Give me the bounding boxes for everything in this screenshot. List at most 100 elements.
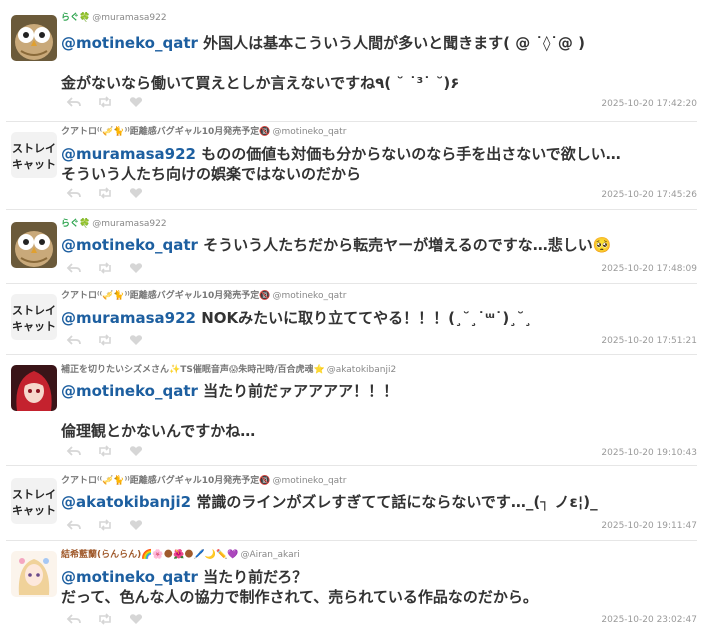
reply-icon[interactable] bbox=[66, 187, 82, 199]
retweet-icon[interactable] bbox=[97, 445, 113, 457]
owl-avatar[interactable] bbox=[11, 15, 57, 61]
tweet-text: NOKみたいに取り立ててやる！！！(¸˘¸˙ᵚ˙)¸˘¸ bbox=[201, 309, 532, 327]
svg-text:ストレイ: ストレイ bbox=[12, 304, 56, 317]
reply-feed: らぐ🍀 @muramasa922 @motineko_qatr 外国人は基本こうい… bbox=[0, 0, 703, 628]
mention-link[interactable]: @motineko_qatr bbox=[61, 236, 198, 254]
mention-link[interactable]: @akatokibanji2 bbox=[61, 493, 191, 511]
tweet: 結希藍蘭(らんらん)🌈🌸🌑🌺🌑🖊️🌙✏️💜 @Airan_akari @motin… bbox=[0, 541, 703, 628]
display-name[interactable]: クアトロ⁽⁽🎺🐈⁾⁾距離感バグギャル10月発売予定🔞 bbox=[61, 476, 271, 486]
reply-icon[interactable] bbox=[66, 613, 82, 625]
tweet-text: 倫理観とかないんですかね… bbox=[61, 422, 256, 440]
timestamp[interactable]: 2025-10-20 17:51:21 bbox=[601, 335, 697, 347]
timestamp[interactable]: 2025-10-20 17:45:26 bbox=[601, 189, 697, 201]
tweet: らぐ🍀 @muramasa922 @motineko_qatr そういう人たちだか… bbox=[0, 210, 703, 283]
display-name[interactable]: らぐ🍀 bbox=[61, 13, 90, 23]
mention-link[interactable]: @motineko_qatr bbox=[61, 568, 198, 586]
tweet-body: @muramasa922 NOKみたいに取り立ててやる！！！(¸˘¸˙ᵚ˙)¸˘… bbox=[61, 308, 695, 328]
redhair-avatar[interactable] bbox=[11, 365, 57, 411]
like-icon[interactable] bbox=[128, 519, 144, 531]
display-name[interactable]: クアトロ⁽⁽🎺🐈⁾⁾距離感バグギャル10月発売予定🔞 bbox=[61, 127, 271, 137]
tweet-actions bbox=[66, 96, 144, 108]
timestamp[interactable]: 2025-10-20 17:42:20 bbox=[601, 98, 697, 110]
retweet-icon[interactable] bbox=[97, 334, 113, 346]
display-name[interactable]: らぐ🍀 bbox=[61, 219, 90, 229]
retweet-icon[interactable] bbox=[97, 262, 113, 274]
timestamp[interactable]: 2025-10-20 23:02:47 bbox=[601, 614, 697, 626]
logo-avatar[interactable]: ストレイ キャット bbox=[11, 294, 57, 340]
user-handle[interactable]: @motineko_qatr bbox=[273, 476, 347, 486]
timestamp[interactable]: 2025-10-20 17:48:09 bbox=[601, 263, 697, 275]
user-handle[interactable]: @muramasa922 bbox=[92, 219, 166, 229]
mention-link[interactable]: @motineko_qatr bbox=[61, 34, 198, 52]
svg-text:ストレイ: ストレイ bbox=[12, 488, 56, 501]
tweet: 補正を切りたいシズメさん✨TS催眠音声😱朱時卍時/百合虎魂⭐ @akatokiba… bbox=[0, 355, 703, 465]
tweet-text: そういう人たちだから転売ヤーが増えるのですな…悲しい🥺 bbox=[203, 236, 612, 254]
mention-link[interactable]: @muramasa922 bbox=[61, 145, 196, 163]
svg-text:キャット: キャット bbox=[12, 504, 56, 517]
tweet-actions bbox=[66, 613, 144, 625]
user-handle[interactable]: @akatokibanji2 bbox=[327, 365, 397, 375]
retweet-icon[interactable] bbox=[97, 187, 113, 199]
owl-avatar[interactable] bbox=[11, 222, 57, 268]
logo-avatar[interactable]: ストレイ キャット bbox=[11, 478, 57, 524]
author-line: らぐ🍀 @muramasa922 bbox=[61, 12, 167, 25]
logo-avatar[interactable]: ストレイ キャット bbox=[11, 132, 57, 178]
author-line: 結希藍蘭(らんらん)🌈🌸🌑🌺🌑🖊️🌙✏️💜 @Airan_akari bbox=[61, 549, 300, 562]
retweet-icon[interactable] bbox=[97, 519, 113, 531]
reply-icon[interactable] bbox=[66, 262, 82, 274]
tweet-actions bbox=[66, 187, 144, 199]
retweet-icon[interactable] bbox=[97, 96, 113, 108]
reply-icon[interactable] bbox=[66, 519, 82, 531]
tweet-body: @motineko_qatr 当たり前だろ？ だって、色んな人の協力で制作されて… bbox=[61, 567, 695, 607]
like-icon[interactable] bbox=[128, 445, 144, 457]
tweet: ストレイ キャット クアトロ⁽⁽🎺🐈⁾⁾距離感バグギャル10月発売予定🔞 @mot… bbox=[0, 122, 703, 209]
timestamp[interactable]: 2025-10-20 19:11:47 bbox=[601, 520, 697, 532]
tweet-text: 金がないなら働いて買えとしか言えないですね٩( ˘ ˙³˙ ˘)۶ bbox=[61, 74, 460, 92]
like-icon[interactable] bbox=[128, 262, 144, 274]
like-icon[interactable] bbox=[128, 96, 144, 108]
display-name[interactable]: クアトロ⁽⁽🎺🐈⁾⁾距離感バグギャル10月発売予定🔞 bbox=[61, 291, 271, 301]
tweet-text: だって、色んな人の協力で制作されて、売られている作品なのだから。 bbox=[61, 588, 538, 606]
tweet-text: 当たり前だろ？ bbox=[203, 568, 308, 586]
tweet: ストレイ キャット クアトロ⁽⁽🎺🐈⁾⁾距離感バグギャル10月発売予定🔞 @mot… bbox=[0, 466, 703, 540]
tweet: らぐ🍀 @muramasa922 @motineko_qatr 外国人は基本こうい… bbox=[0, 0, 703, 122]
mention-link[interactable]: @motineko_qatr bbox=[61, 382, 198, 400]
timestamp[interactable]: 2025-10-20 19:10:43 bbox=[601, 447, 697, 459]
reply-icon[interactable] bbox=[66, 334, 82, 346]
tweet-actions bbox=[66, 334, 144, 346]
tweet-body: @akatokibanji2 常識のラインがズレすぎてて話にならないです…_(┐… bbox=[61, 492, 695, 512]
display-name[interactable]: 補正を切りたいシズメさん✨TS催眠音声😱朱時卍時/百合虎魂⭐ bbox=[61, 365, 325, 375]
tweet-actions bbox=[66, 445, 144, 457]
user-handle[interactable]: @motineko_qatr bbox=[273, 127, 347, 137]
author-line: 補正を切りたいシズメさん✨TS催眠音声😱朱時卍時/百合虎魂⭐ @akatokiba… bbox=[61, 364, 396, 377]
tweet-body: @muramasa922 ものの価値も対価も分からないのなら手を出さないで欲しい… bbox=[61, 144, 695, 184]
mention-link[interactable]: @muramasa922 bbox=[61, 309, 196, 327]
tweet-text: 常識のラインがズレすぎてて話にならないです…_(┐ ノε¦)_ bbox=[196, 493, 598, 511]
like-icon[interactable] bbox=[128, 613, 144, 625]
like-icon[interactable] bbox=[128, 187, 144, 199]
tweet-actions bbox=[66, 262, 144, 274]
reply-icon[interactable] bbox=[66, 96, 82, 108]
user-handle[interactable]: @motineko_qatr bbox=[273, 291, 347, 301]
tweet-text: 当たり前だァアアアア！！！ bbox=[203, 382, 399, 400]
anime-avatar[interactable] bbox=[11, 551, 57, 597]
reply-icon[interactable] bbox=[66, 445, 82, 457]
author-line: クアトロ⁽⁽🎺🐈⁾⁾距離感バグギャル10月発売予定🔞 @motineko_qatr bbox=[61, 475, 346, 488]
author-line: クアトロ⁽⁽🎺🐈⁾⁾距離感バグギャル10月発売予定🔞 @motineko_qatr bbox=[61, 126, 346, 139]
svg-text:ストレイ: ストレイ bbox=[12, 142, 56, 155]
user-handle[interactable]: @muramasa922 bbox=[92, 13, 166, 23]
svg-text:キャット: キャット bbox=[12, 320, 56, 333]
tweet-body: @motineko_qatr そういう人たちだから転売ヤーが増えるのですな…悲し… bbox=[61, 235, 695, 255]
tweet-text: そういう人たち向けの娯楽ではないのだから bbox=[61, 165, 362, 183]
tweet-body: @motineko_qatr 当たり前だァアアアア！！！ 倫理観とかないんですか… bbox=[61, 381, 695, 441]
tweet-text: 外国人は基本こういう人間が多いと聞きます( @ ˙◊˙@ ) bbox=[203, 34, 585, 52]
tweet-text: ものの価値も対価も分からないのなら手を出さないで欲しい… bbox=[201, 145, 621, 163]
display-name[interactable]: 結希藍蘭(らんらん)🌈🌸🌑🌺🌑🖊️🌙✏️💜 bbox=[61, 550, 238, 560]
author-line: クアトロ⁽⁽🎺🐈⁾⁾距離感バグギャル10月発売予定🔞 @motineko_qatr bbox=[61, 290, 346, 303]
svg-text:キャット: キャット bbox=[12, 158, 56, 171]
user-handle[interactable]: @Airan_akari bbox=[240, 550, 299, 560]
tweet-actions bbox=[66, 519, 144, 531]
tweet: ストレイ キャット クアトロ⁽⁽🎺🐈⁾⁾距離感バグギャル10月発売予定🔞 @mot… bbox=[0, 284, 703, 354]
retweet-icon[interactable] bbox=[97, 613, 113, 625]
like-icon[interactable] bbox=[128, 334, 144, 346]
